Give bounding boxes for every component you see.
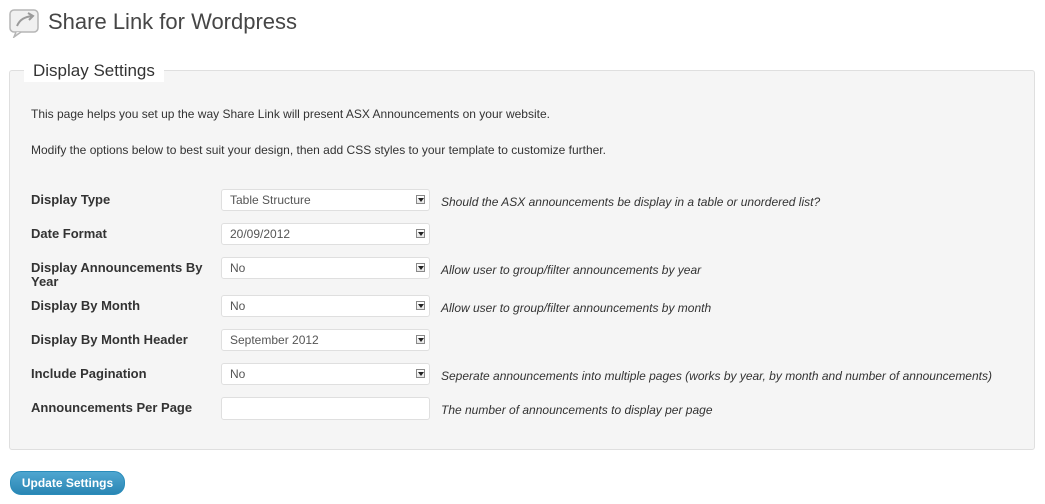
display-type-value: Table Structure bbox=[230, 193, 311, 207]
dropdown-arrow-icon bbox=[416, 263, 425, 272]
display-by-year-hint: Allow user to group/filter announcements… bbox=[441, 263, 702, 277]
dropdown-arrow-icon bbox=[416, 335, 425, 344]
display-by-month-value: No bbox=[230, 299, 246, 313]
pagination-label: Include Pagination bbox=[31, 366, 147, 381]
display-settings-panel: Display Settings This page helps you set… bbox=[9, 60, 1035, 450]
display-by-year-value: No bbox=[230, 261, 246, 275]
dropdown-arrow-icon bbox=[416, 301, 425, 310]
update-settings-button[interactable]: Update Settings bbox=[10, 471, 125, 495]
date-format-value: 20/09/2012 bbox=[230, 227, 291, 241]
display-type-hint: Should the ASX announcements be display … bbox=[441, 195, 821, 209]
month-header-label: Display By Month Header bbox=[31, 332, 188, 347]
display-type-label: Display Type bbox=[31, 192, 111, 207]
share-link-icon bbox=[9, 9, 39, 38]
display-settings-legend: Display Settings bbox=[24, 60, 164, 82]
dropdown-arrow-icon bbox=[416, 229, 425, 238]
month-header-select[interactable]: September 2012 bbox=[221, 329, 430, 351]
intro-text-2: Modify the options below to best suit yo… bbox=[31, 143, 606, 157]
display-by-year-label: Display Announcements By Year bbox=[31, 260, 203, 289]
pagination-value: No bbox=[230, 367, 246, 381]
display-by-month-label: Display By Month bbox=[31, 298, 141, 313]
page-header: Share Link for Wordpress bbox=[8, 6, 297, 38]
intro-text-1: This page helps you set up the way Share… bbox=[31, 107, 550, 121]
display-by-month-select[interactable]: No bbox=[221, 295, 430, 317]
display-by-month-hint: Allow user to group/filter announcements… bbox=[441, 301, 712, 315]
page-title: Share Link for Wordpress bbox=[48, 9, 298, 34]
per-page-hint: The number of announcements to display p… bbox=[441, 403, 713, 417]
dropdown-arrow-icon bbox=[416, 369, 425, 378]
per-page-input[interactable] bbox=[221, 397, 430, 420]
per-page-label: Announcements Per Page bbox=[31, 400, 193, 415]
display-by-year-select[interactable]: No bbox=[221, 257, 430, 279]
month-header-value: September 2012 bbox=[230, 333, 319, 347]
date-format-select[interactable]: 20/09/2012 bbox=[221, 223, 430, 245]
display-type-select[interactable]: Table Structure bbox=[221, 189, 430, 211]
date-format-label: Date Format bbox=[31, 226, 107, 241]
pagination-select[interactable]: No bbox=[221, 363, 430, 385]
dropdown-arrow-icon bbox=[416, 195, 425, 204]
pagination-hint: Seperate announcements into multiple pag… bbox=[441, 369, 992, 383]
